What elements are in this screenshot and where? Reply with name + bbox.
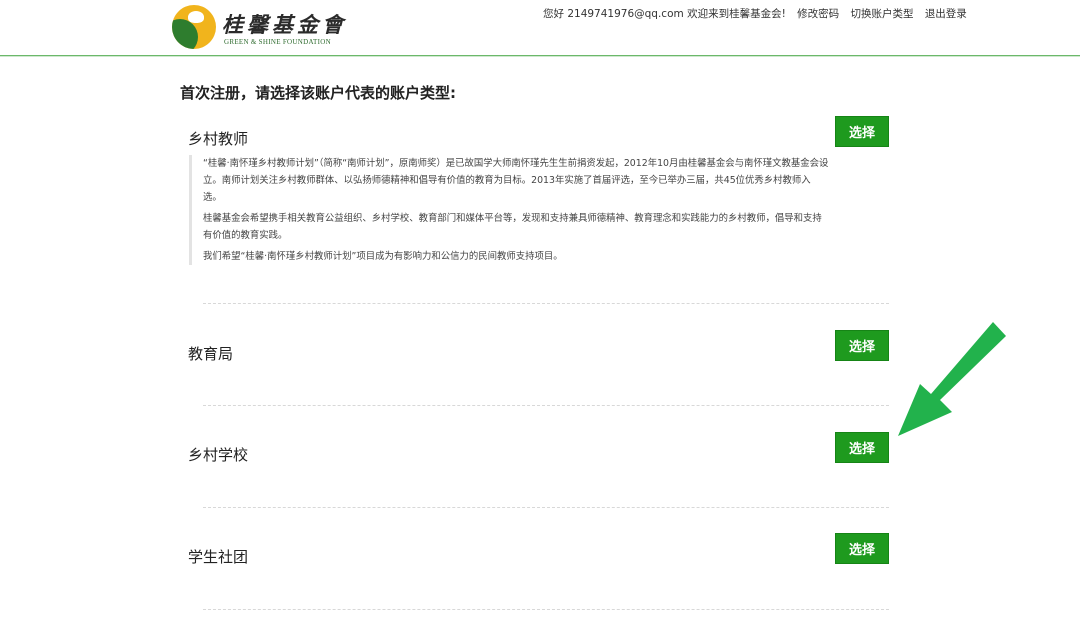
select-education-bureau-button[interactable]: 选择 xyxy=(835,330,889,361)
logout-link[interactable]: 退出登录 xyxy=(925,8,967,20)
select-rural-teacher-button[interactable]: 选择 xyxy=(835,116,889,147)
section-divider xyxy=(203,507,889,508)
switch-account-type-link[interactable]: 切换账户类型 xyxy=(850,8,913,20)
header: 桂馨基金會 GREEN & SHINE FOUNDATION 您好 214974… xyxy=(0,0,1080,56)
section-divider xyxy=(203,303,889,304)
foundation-logo[interactable]: 桂馨基金會 GREEN & SHINE FOUNDATION xyxy=(172,5,343,51)
section-title-rural-teacher: 乡村教师 xyxy=(188,130,249,148)
select-rural-school-button[interactable]: 选择 xyxy=(835,432,889,463)
select-student-club-button[interactable]: 选择 xyxy=(835,533,889,564)
page-title: 首次注册，请选择该账户代表的账户类型: xyxy=(180,84,457,102)
description-paragraph: “桂馨·南怀瑾乡村教师计划”（简称“南师计划”，原南师奖）是已故国学大师南怀瑾先… xyxy=(203,158,829,203)
logo-english-name: GREEN & SHINE FOUNDATION xyxy=(224,38,331,46)
logo-chinese-name: 桂馨基金會 xyxy=(222,12,347,37)
description-paragraph: 我们希望“桂馨·南怀瑾乡村教师计划”项目成为有影响力和公信力的民间教师支持项目。 xyxy=(203,251,563,262)
change-password-link[interactable]: 修改密码 xyxy=(797,8,839,20)
rural-teacher-description: “桂馨·南怀瑾乡村教师计划”（简称“南师计划”，原南师奖）是已故国学大师南怀瑾先… xyxy=(189,155,829,265)
top-navigation: 您好 2149741976@qq.com 欢迎来到桂馨基金会! 修改密码 切换账… xyxy=(543,6,975,21)
logo-emblem-icon xyxy=(172,5,216,49)
section-title-education-bureau: 教育局 xyxy=(188,345,234,363)
green-arrow-icon xyxy=(898,322,1006,436)
greeting-text: 您好 2149741976@qq.com 欢迎来到桂馨基金会! xyxy=(543,8,786,20)
section-title-student-club: 学生社团 xyxy=(188,548,249,566)
description-paragraph: 桂馨基金会希望携手相关教育公益组织、乡村学校、教育部门和媒体平台等，发现和支持兼… xyxy=(203,213,822,241)
section-divider xyxy=(203,609,889,610)
section-divider xyxy=(203,405,889,406)
section-title-rural-school: 乡村学校 xyxy=(188,446,249,464)
